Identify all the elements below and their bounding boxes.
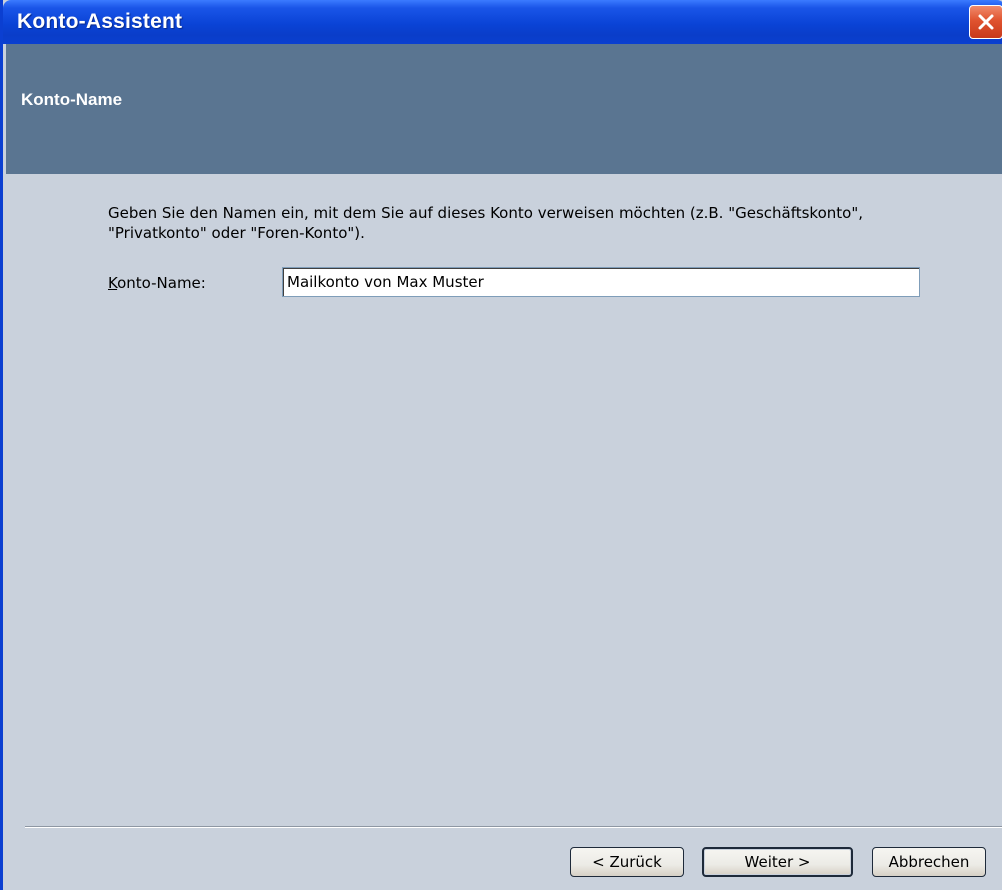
close-icon — [978, 14, 994, 30]
account-name-input[interactable] — [282, 267, 920, 297]
close-button[interactable] — [969, 5, 1002, 39]
account-name-label-text: onto-Name: — [117, 274, 206, 292]
header-banner — [6, 70, 1002, 174]
instructions-text: Geben Sie den Namen ein, mit dem Sie auf… — [108, 204, 863, 242]
title-bar[interactable]: Konto-Assistent — [3, 0, 1002, 44]
account-name-label-accelerator: K — [108, 274, 118, 292]
header-strip — [6, 44, 1002, 70]
window-title: Konto-Assistent — [17, 10, 183, 33]
next-button[interactable]: Weiter > — [702, 847, 853, 877]
footer-separator — [25, 826, 1002, 828]
page-title: Konto-Name — [21, 90, 123, 109]
back-button[interactable]: < Zurück — [570, 847, 684, 877]
cancel-button[interactable]: Abbrechen — [872, 847, 986, 877]
account-wizard-window: Konto-Assistent Konto-Name Geben Sie den… — [0, 0, 1002, 890]
account-name-label: Konto-Name: — [108, 274, 206, 292]
